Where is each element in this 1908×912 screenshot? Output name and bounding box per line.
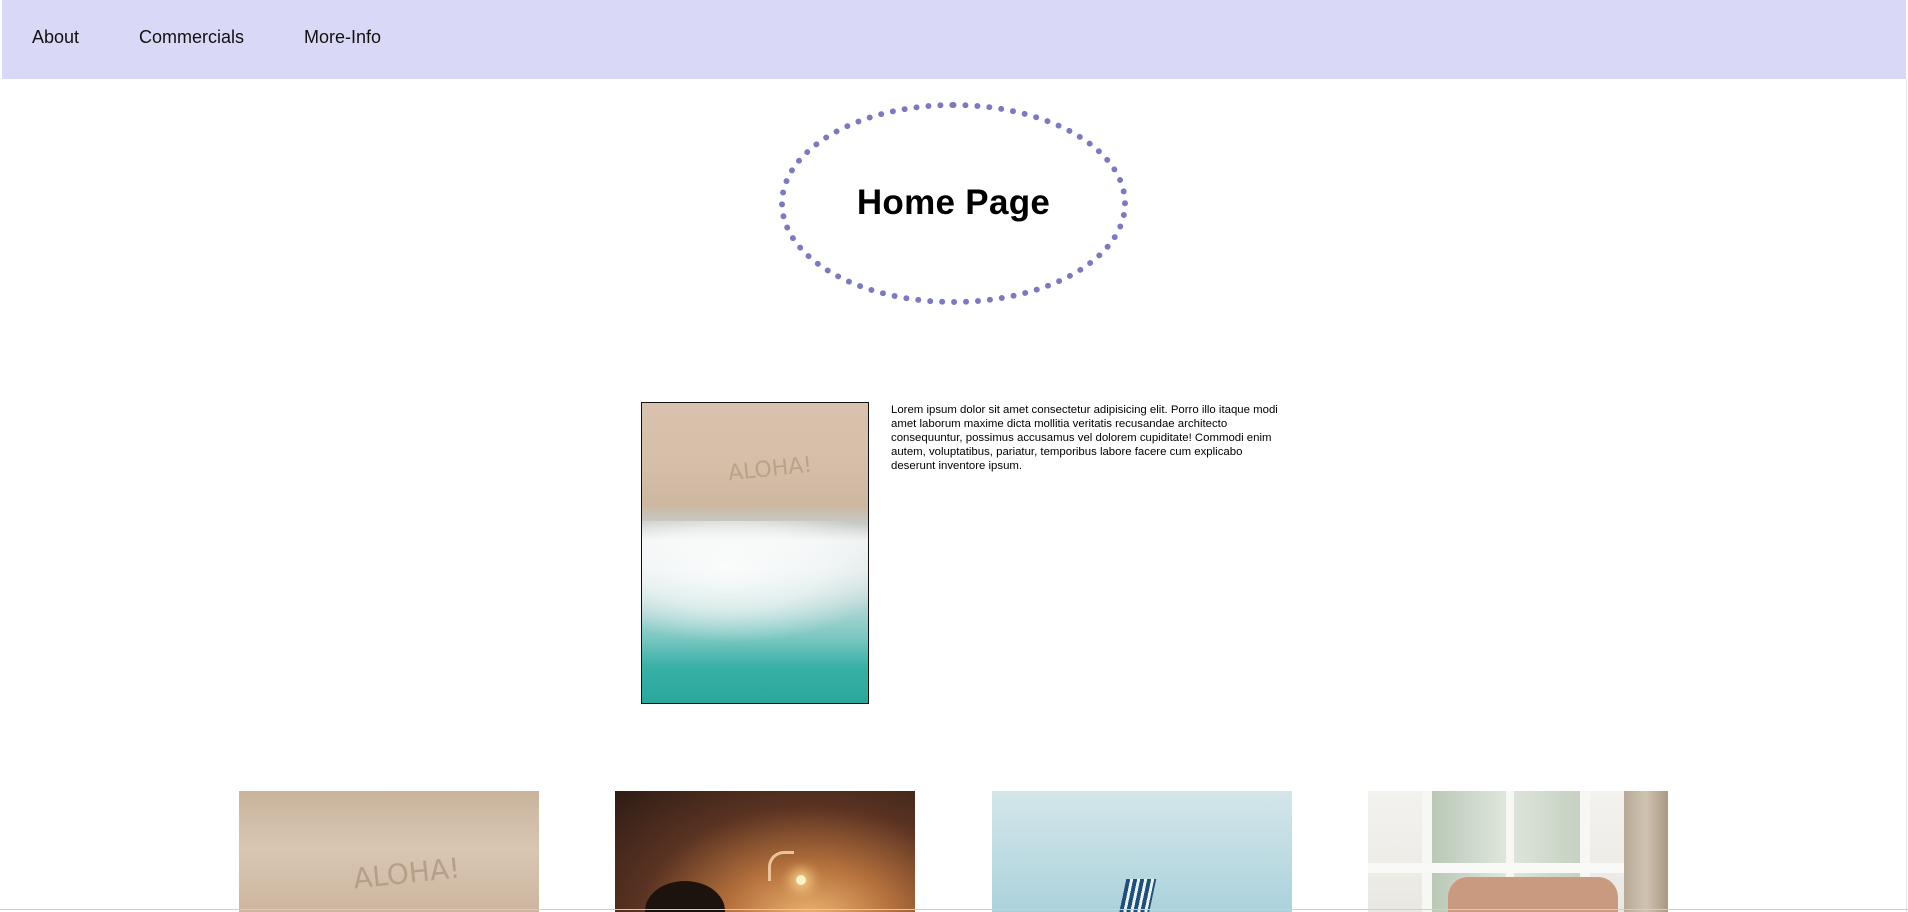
gallery-thumb-beach[interactable]: ALOHA! <box>239 791 539 912</box>
striped-chair <box>1117 879 1157 912</box>
nav-link-more-info[interactable]: More-Info <box>304 26 381 48</box>
gallery-thumb-lamp[interactable] <box>615 791 915 912</box>
lamp-bulb <box>796 875 806 885</box>
person-silhouette <box>645 881 725 912</box>
scroll-edge <box>1906 79 1907 912</box>
window-sill <box>1368 863 1668 873</box>
feature-paragraph: Lorem ipsum dolor sit amet consectetur a… <box>891 404 1278 472</box>
viewport-bottom-border <box>0 909 1908 910</box>
gallery-thumb-window[interactable] <box>1368 791 1668 912</box>
person-arm <box>1448 877 1618 912</box>
sand-writing: ALOHA! <box>726 452 814 487</box>
curtain <box>1624 791 1668 912</box>
top-navbar: About Commercials More-Info <box>2 0 1906 79</box>
feature-beach-image: ALOHA! <box>641 402 869 704</box>
nav-link-commercials[interactable]: Commercials <box>139 26 244 48</box>
nav-link-about[interactable]: About <box>32 26 79 48</box>
sand-writing: ALOHA! <box>351 851 462 896</box>
lamp-arm <box>768 851 794 881</box>
page-title: Home Page <box>856 182 1051 222</box>
page: About Commercials More-Info Home Page AL… <box>0 0 1908 912</box>
wave-foam <box>642 521 868 641</box>
gallery-thumb-sky[interactable] <box>992 791 1292 912</box>
